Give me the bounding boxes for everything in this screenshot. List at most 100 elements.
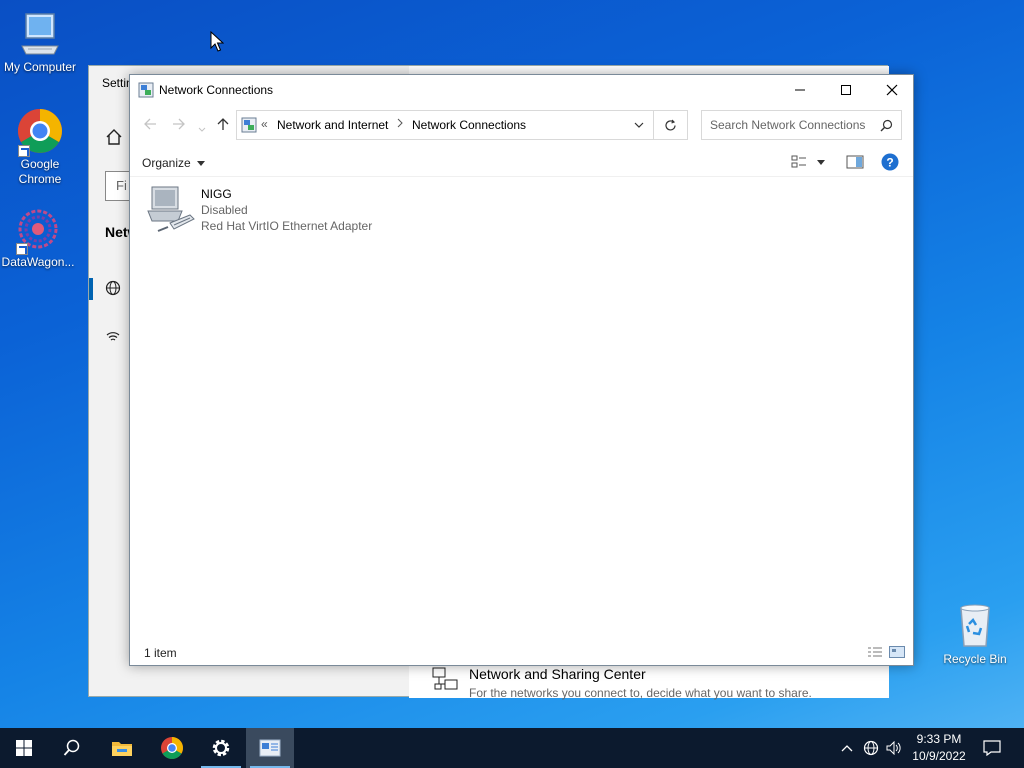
notification-icon bbox=[983, 740, 1001, 756]
chevron-down-icon bbox=[198, 127, 206, 132]
taskbar-chrome[interactable] bbox=[148, 728, 196, 768]
datawagon-icon bbox=[14, 205, 62, 255]
caret-down-icon bbox=[817, 159, 825, 165]
chrome-icon bbox=[16, 107, 64, 157]
minimize-icon bbox=[795, 89, 805, 91]
window-title: Network Connections bbox=[159, 83, 274, 97]
search-box[interactable] bbox=[701, 110, 902, 140]
shortcut-arrow-icon bbox=[16, 243, 28, 255]
network-connections-window[interactable]: Network Connections « Network and Intern… bbox=[129, 74, 914, 666]
show-hidden-icons-button[interactable] bbox=[836, 728, 858, 768]
network-connections-icon bbox=[138, 82, 154, 101]
mouse-cursor-icon bbox=[210, 30, 225, 56]
up-button[interactable] bbox=[216, 117, 230, 134]
view-toggle-group bbox=[867, 646, 905, 661]
forward-arrow-icon bbox=[173, 118, 185, 130]
taskbar-clock[interactable]: 9:33 PM 10/9/2022 bbox=[906, 731, 972, 765]
start-icon bbox=[16, 740, 32, 756]
maximize-icon bbox=[841, 85, 851, 95]
preview-pane-button[interactable] bbox=[846, 151, 864, 173]
ethernet-adapter-icon bbox=[146, 185, 196, 236]
help-icon: ? bbox=[881, 153, 899, 171]
close-icon bbox=[886, 84, 898, 96]
address-dropdown-button[interactable] bbox=[633, 117, 645, 136]
tiles-view-button[interactable] bbox=[889, 646, 905, 661]
change-view-button[interactable] bbox=[791, 151, 825, 173]
chrome-icon bbox=[161, 737, 183, 759]
network-connections-icon bbox=[241, 117, 257, 136]
breadcrumb-separator-icon[interactable] bbox=[397, 117, 403, 131]
recent-locations-button[interactable] bbox=[198, 120, 206, 136]
breadcrumb-network-and-internet[interactable]: Network and Internet bbox=[277, 118, 388, 132]
details-view-button[interactable] bbox=[867, 646, 883, 661]
up-arrow-icon bbox=[217, 118, 229, 130]
minimize-button[interactable] bbox=[777, 75, 823, 105]
maximize-button[interactable] bbox=[823, 75, 869, 105]
connection-name: NIGG bbox=[201, 187, 232, 201]
desktop-icon-datawagon[interactable]: DataWagon... bbox=[0, 205, 78, 269]
network-connections-icon bbox=[259, 739, 281, 757]
connection-device: Red Hat VirtIO Ethernet Adapter bbox=[201, 219, 373, 233]
refresh-button[interactable] bbox=[654, 110, 688, 140]
back-arrow-icon bbox=[144, 118, 156, 130]
svg-text:?: ? bbox=[886, 156, 893, 170]
network-tray-button[interactable] bbox=[860, 728, 882, 768]
connection-status: Disabled bbox=[201, 203, 248, 217]
volume-tray-button[interactable] bbox=[883, 728, 905, 768]
search-icon bbox=[63, 739, 80, 756]
help-button[interactable]: ? bbox=[881, 151, 899, 173]
search-icon[interactable] bbox=[880, 119, 893, 135]
connection-item[interactable]: NIGG Disabled Red Hat VirtIO Ethernet Ad… bbox=[146, 185, 406, 237]
taskbar-search-button[interactable] bbox=[48, 728, 96, 768]
address-bar[interactable]: « Network and Internet Network Connectio… bbox=[236, 110, 654, 140]
taskbar-settings[interactable] bbox=[197, 728, 245, 768]
organize-label: Organize bbox=[142, 156, 191, 170]
action-center-button[interactable] bbox=[978, 728, 1006, 768]
shortcut-arrow-icon bbox=[18, 145, 30, 157]
status-bar: 1 item bbox=[130, 641, 913, 665]
wifi-icon[interactable] bbox=[105, 328, 121, 347]
desktop-icon-label: Recycle Bin bbox=[943, 652, 1007, 666]
back-button[interactable] bbox=[143, 117, 157, 134]
clock-date: 10/9/2022 bbox=[912, 749, 966, 763]
selected-indicator bbox=[89, 278, 93, 300]
chevron-up-icon bbox=[841, 745, 853, 752]
organize-button[interactable]: Organize bbox=[142, 153, 205, 173]
sharing-center-description: For the networks you connect to, decide … bbox=[469, 686, 812, 700]
desktop-icon-label: DataWagon... bbox=[1, 255, 75, 269]
taskbar-file-explorer[interactable] bbox=[98, 728, 146, 768]
home-icon[interactable] bbox=[105, 128, 123, 146]
chevron-down-icon bbox=[634, 122, 644, 128]
desktop-icon-google-chrome[interactable]: Google Chrome bbox=[0, 107, 80, 187]
caret-down-icon bbox=[196, 160, 205, 166]
speaker-icon bbox=[886, 741, 901, 755]
desktop-icon-label: Google Chrome bbox=[18, 157, 62, 186]
search-input[interactable] bbox=[702, 111, 878, 139]
taskbar: 9:33 PM 10/9/2022 bbox=[0, 728, 1024, 768]
sharing-center-title: Network and Sharing Center bbox=[469, 666, 646, 682]
tiles-view-icon bbox=[889, 646, 905, 658]
monitor-icon bbox=[16, 10, 64, 58]
breadcrumb-network-connections[interactable]: Network Connections bbox=[412, 118, 526, 132]
forward-button[interactable] bbox=[172, 117, 186, 134]
settings-icon bbox=[212, 739, 230, 757]
close-button[interactable] bbox=[869, 75, 915, 105]
desktop-icon-my-computer[interactable]: My Computer bbox=[0, 10, 80, 74]
command-bar: Organize ? bbox=[130, 147, 913, 177]
details-view-icon bbox=[868, 647, 882, 657]
title-bar[interactable]: Network Connections bbox=[130, 75, 913, 105]
clock-time: 9:33 PM bbox=[916, 732, 962, 746]
refresh-icon bbox=[665, 119, 676, 131]
address-row: « Network and Internet Network Connectio… bbox=[130, 109, 913, 143]
desktop-icon-label: My Computer bbox=[3, 60, 77, 74]
globe-icon[interactable] bbox=[105, 280, 121, 299]
taskbar-network-connections[interactable] bbox=[246, 728, 294, 768]
preview-pane-icon bbox=[846, 155, 864, 169]
file-explorer-icon bbox=[112, 742, 132, 756]
breadcrumb-overflow[interactable]: « bbox=[261, 117, 268, 131]
start-button[interactable] bbox=[0, 728, 48, 768]
item-count: 1 item bbox=[144, 646, 177, 660]
desktop-icon-recycle-bin[interactable]: Recycle Bin bbox=[935, 602, 1015, 666]
globe-icon bbox=[863, 740, 879, 756]
view-options-icon bbox=[791, 155, 806, 168]
